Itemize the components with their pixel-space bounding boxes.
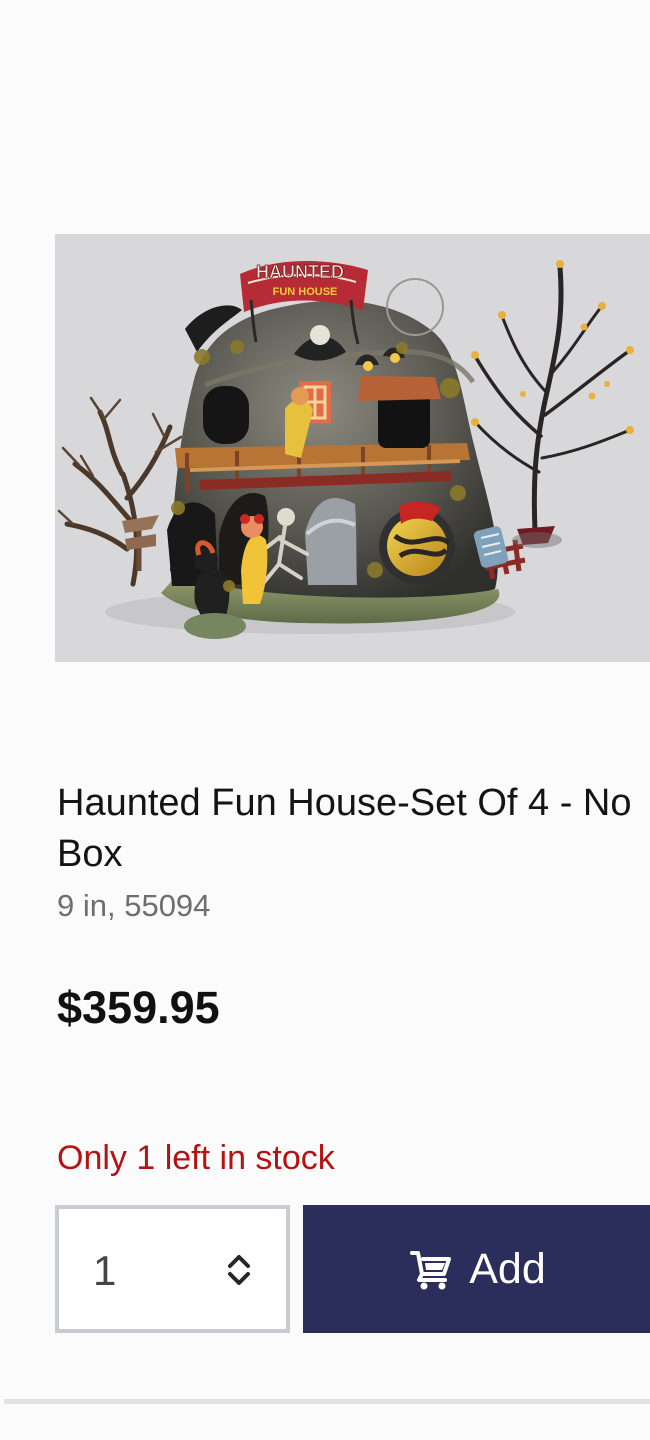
quantity-value: 1 (93, 1247, 117, 1294)
product-price: $359.95 (57, 982, 220, 1033)
sign-top-text: HAUNTED (256, 262, 344, 282)
quantity-selector[interactable]: 1 (55, 1205, 290, 1333)
product-image[interactable]: HAUNTED FUN HOUSE (55, 234, 650, 662)
product-card: HAUNTED FUN HOUSE Haunted Fun House-Set … (0, 0, 650, 1440)
haunted-fun-house-illustration: HAUNTED FUN HOUSE (55, 234, 650, 662)
product-title[interactable]: Haunted Fun House-Set Of 4 - No Box (57, 778, 637, 880)
cart-icon (410, 1251, 452, 1290)
product-meta: 9 in, 55094 (57, 888, 211, 923)
sign-bottom-text: FUN HOUSE (273, 286, 338, 298)
section-divider (4, 1399, 650, 1404)
add-button-label: Add (469, 1244, 546, 1293)
add-to-cart-button[interactable]: Add (303, 1205, 650, 1333)
up-down-chevron-icon[interactable] (222, 1251, 256, 1289)
stock-message: Only 1 left in stock (57, 1139, 335, 1177)
